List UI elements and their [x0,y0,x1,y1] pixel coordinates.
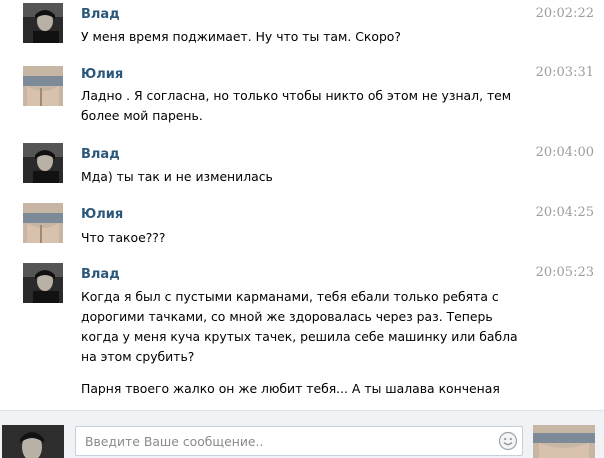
message-time: 20:02:22 [535,6,594,21]
message-line: Что такое??? [81,230,166,245]
avatar-yulia[interactable] [23,66,63,106]
avatar-vlad[interactable] [23,3,63,43]
message-time: 20:05:23 [535,265,594,280]
message-sender[interactable]: Влад [81,267,120,283]
avatar-yulia[interactable] [23,203,63,243]
message-time: 20:04:25 [535,205,594,220]
message-text: Мда) ты так и не изменилась [81,167,521,187]
my-avatar[interactable] [2,425,64,458]
message-sender[interactable]: Влад [81,7,120,23]
message-text: Когда я был с пустыми карманами, тебя еб… [81,287,521,367]
message-composer: Введите Ваше сообщение.. [0,410,604,458]
message-sender[interactable]: Влад [81,147,120,163]
message-sender[interactable]: Юлия [81,207,123,223]
message-sender[interactable]: Юлия [81,67,123,83]
message-line: более мой парень. [81,108,203,123]
message-text: Парня твоего жалко он же любит тебя... А… [81,379,521,399]
message-line: Ладно . Я согласна, но только чтобы никт… [81,88,512,103]
message-text: У меня время поджимает. Ну что ты там. С… [81,27,521,47]
smile-icon[interactable] [498,431,518,451]
message-input-placeholder: Введите Ваше сообщение.. [85,434,264,449]
message-line: Парня твоего жалко он же любит тебя... А… [81,381,500,396]
message-input[interactable]: Введите Ваше сообщение.. [75,426,523,456]
message-line: дорогими тачками, со мной же здоровалась… [81,309,493,324]
message-line: Мда) ты так и не изменилась [81,169,273,184]
message-line: на этом срубить? [81,349,195,364]
message-time: 20:04:00 [535,145,594,160]
avatar-vlad[interactable] [23,143,63,183]
peer-avatar[interactable] [533,425,595,458]
message-text: Что такое??? [81,228,521,248]
message-line: У меня время поджимает. Ну что ты там. С… [81,29,401,44]
message-time: 20:03:31 [535,65,594,80]
message-text: Ладно . Я согласна, но только чтобы никт… [81,86,541,126]
message-line: когда у меня куча крутых тачек, решила с… [81,329,518,344]
avatar-vlad[interactable] [23,263,63,303]
message-line: Когда я был с пустыми карманами, тебя еб… [81,289,499,304]
